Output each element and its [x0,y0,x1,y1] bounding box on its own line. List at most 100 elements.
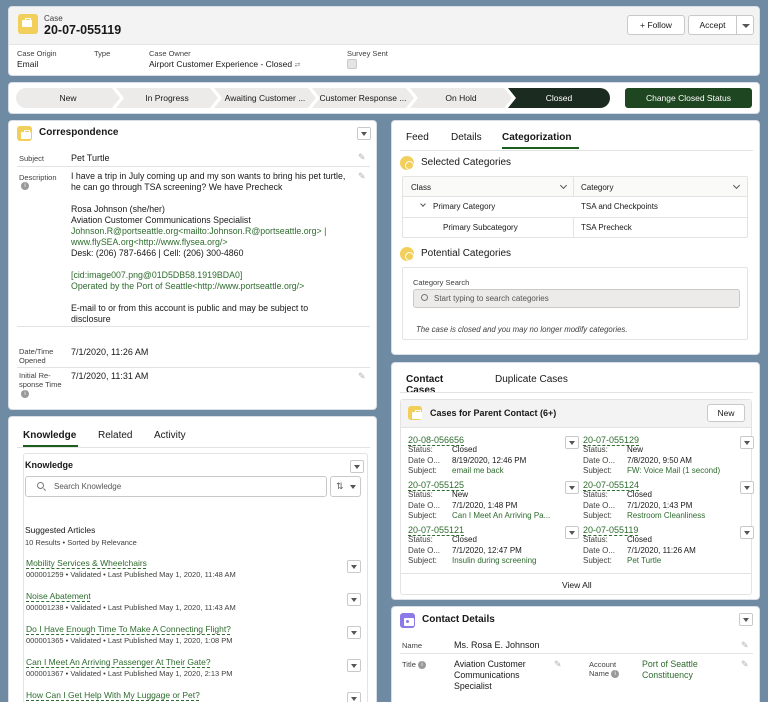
knowledge-card: Knowledge Related Activity Knowledge Sea… [8,416,377,702]
article-menu-button[interactable] [347,692,361,702]
tab-knowledge[interactable]: Knowledge [23,430,78,447]
account-name-label-1: Account [589,660,617,669]
description-info-icon[interactable]: i [21,182,29,190]
case-owner-value: Airport Customer Experience - Closed ⇄ [149,59,301,69]
tab-contact-cases[interactable]: Contact Cases [406,374,474,402]
case-tile-menu-button[interactable] [740,526,754,539]
article-menu-button[interactable] [347,593,361,606]
category-search-label: Category Search [413,278,470,287]
expand-chevron-icon[interactable] [420,201,426,207]
column-header-category[interactable]: Category [581,183,613,192]
contact-details-title: Contact Details [422,614,495,625]
path-step-awaiting-customer[interactable]: Awaiting Customer ... [214,88,316,108]
change-closed-status-button[interactable]: Change Closed Status [625,88,752,108]
correspondence-icon [17,126,32,141]
contact-details-menu-button[interactable] [739,613,753,626]
initial-response-label-1: Initial Re- [19,371,51,380]
article-menu-button[interactable] [347,659,361,672]
path-step-new[interactable]: New [16,88,120,108]
cases-icon [408,406,422,420]
tab-duplicate-cases[interactable]: Duplicate Cases [495,374,568,385]
category-value-cell: TSA Precheck [581,223,632,232]
edit-title-pencil-icon[interactable]: ✎ [554,659,563,669]
category-class-cell: Primary Subcategory [443,223,518,232]
follow-button[interactable]: + Follow [627,15,685,35]
case-tile-menu-button[interactable] [565,481,579,494]
description-label: Description [19,173,57,182]
path-step-customer-response[interactable]: Customer Response ... [312,88,414,108]
change-owner-icon[interactable]: ⇄ [295,62,301,69]
article-title[interactable]: Can I Meet An Arriving Passenger At Thei… [26,657,211,667]
edit-response-time-pencil-icon[interactable]: ✎ [358,371,367,381]
tab-categorization[interactable]: Categorization [502,132,579,149]
account-info-icon[interactable]: i [611,670,620,679]
case-number-link[interactable]: 20-07-055124 [583,480,733,490]
tab-feed[interactable]: Feed [406,132,429,143]
article-title[interactable]: Do I Have Enough Time To Make A Connecti… [26,624,231,634]
case-number-link[interactable]: 20-07-055119 [583,525,733,535]
tab-activity[interactable]: Activity [154,430,186,441]
accept-button[interactable]: Accept [688,15,736,35]
category-value-cell: TSA and Checkpoints [581,202,658,211]
column-header-class[interactable]: Class [411,183,431,192]
initial-response-info-icon[interactable]: i [21,390,29,398]
edit-account-pencil-icon[interactable]: ✎ [741,659,750,669]
survey-sent-label: Survey Sent [347,49,388,58]
case-number-link[interactable]: 20-07-055121 [408,525,558,535]
article-meta: 000001238 • Validated • Last Published M… [26,603,236,612]
case-tile-menu-button[interactable] [740,481,754,494]
title-info-icon[interactable]: i [417,661,426,670]
edit-subject-pencil-icon[interactable]: ✎ [358,152,367,162]
article-title[interactable]: Noise Abatement [26,591,91,601]
view-all-link[interactable]: View All [562,580,592,590]
contact-cases-card: Contact Cases Duplicate Cases Cases for … [391,362,760,600]
case-number-link[interactable]: 20-07-055125 [408,480,558,490]
selected-categories-title: Selected Categories [421,157,512,168]
results-count: 10 Results • Sorted by Relevance [25,538,137,547]
contact-name-label: Name [402,641,423,650]
account-name-link[interactable]: Port of Seattle Constituency [642,659,698,681]
case-tile-menu-button[interactable] [740,436,754,449]
header-actions-dropdown[interactable] [736,15,754,35]
correspondence-menu-button[interactable] [357,127,371,140]
initial-response-label-2: sponse Time [19,380,62,389]
suggested-articles-label: Suggested Articles [25,525,96,535]
case-number-title: 20-07-055119 [44,23,122,37]
website-link[interactable]: www.flySEA.org<http://www.flysea.org/> [71,237,361,248]
chevron-down-icon [350,485,356,489]
knowledge-menu-button[interactable] [350,460,364,473]
categories-closed-note: The case is closed and you may no longer… [416,325,628,334]
path-step-in-progress[interactable]: In Progress [116,88,218,108]
email-link[interactable]: Johnson.R@portseattle.org<mailto:Johnson… [71,226,361,237]
contact-details-card: Contact Details Name Ms. Rosa E. Johnson… [391,606,760,702]
article-title[interactable]: Mobility Services & Wheelchairs [26,558,147,568]
edit-name-pencil-icon[interactable]: ✎ [741,640,750,650]
case-icon [18,14,38,34]
article-title[interactable]: How Can I Get Help With My Luggage or Pe… [26,690,200,700]
category-class-cell: Primary Category [433,202,496,211]
case-tile: 20-08-056656 Status: Closed Date O... 8/19… [408,435,558,477]
tab-details[interactable]: Details [451,132,482,143]
date-opened-value: 7/1/2020, 11:26 AM [71,347,149,357]
tab-related[interactable]: Related [98,430,132,441]
selected-categories-table: Class Category Primary Category TSA and … [402,176,748,238]
article-meta: 000001367 • Validated • Last Published M… [26,669,233,678]
case-header: Case 20-07-055119 + Follow Accept Case O… [8,6,760,76]
case-number-link[interactable]: 20-08-056656 [408,435,558,445]
date-opened-label-2: Opened [19,356,46,365]
path-step-on-hold[interactable]: On Hold [410,88,512,108]
case-tile: 20-07-055121 Status: Closed Date O... 7/1/… [408,525,558,567]
potential-categories-icon [400,247,414,261]
case-number-link[interactable]: 20-07-055129 [583,435,733,445]
subject-value: Pet Turtle [71,153,110,163]
knowledge-search-input[interactable]: Search Knowledge [25,476,327,497]
case-tile-menu-button[interactable] [565,526,579,539]
potential-categories-title: Potential Categories [421,248,512,259]
new-case-button[interactable]: New [707,404,745,422]
path-step-closed[interactable]: Closed [508,88,610,108]
sort-dropdown-button[interactable]: ⇅ [330,476,361,497]
article-menu-button[interactable] [347,560,361,573]
category-search-input[interactable]: Start typing to search categories [413,289,740,308]
article-menu-button[interactable] [347,626,361,639]
case-tile-menu-button[interactable] [565,436,579,449]
